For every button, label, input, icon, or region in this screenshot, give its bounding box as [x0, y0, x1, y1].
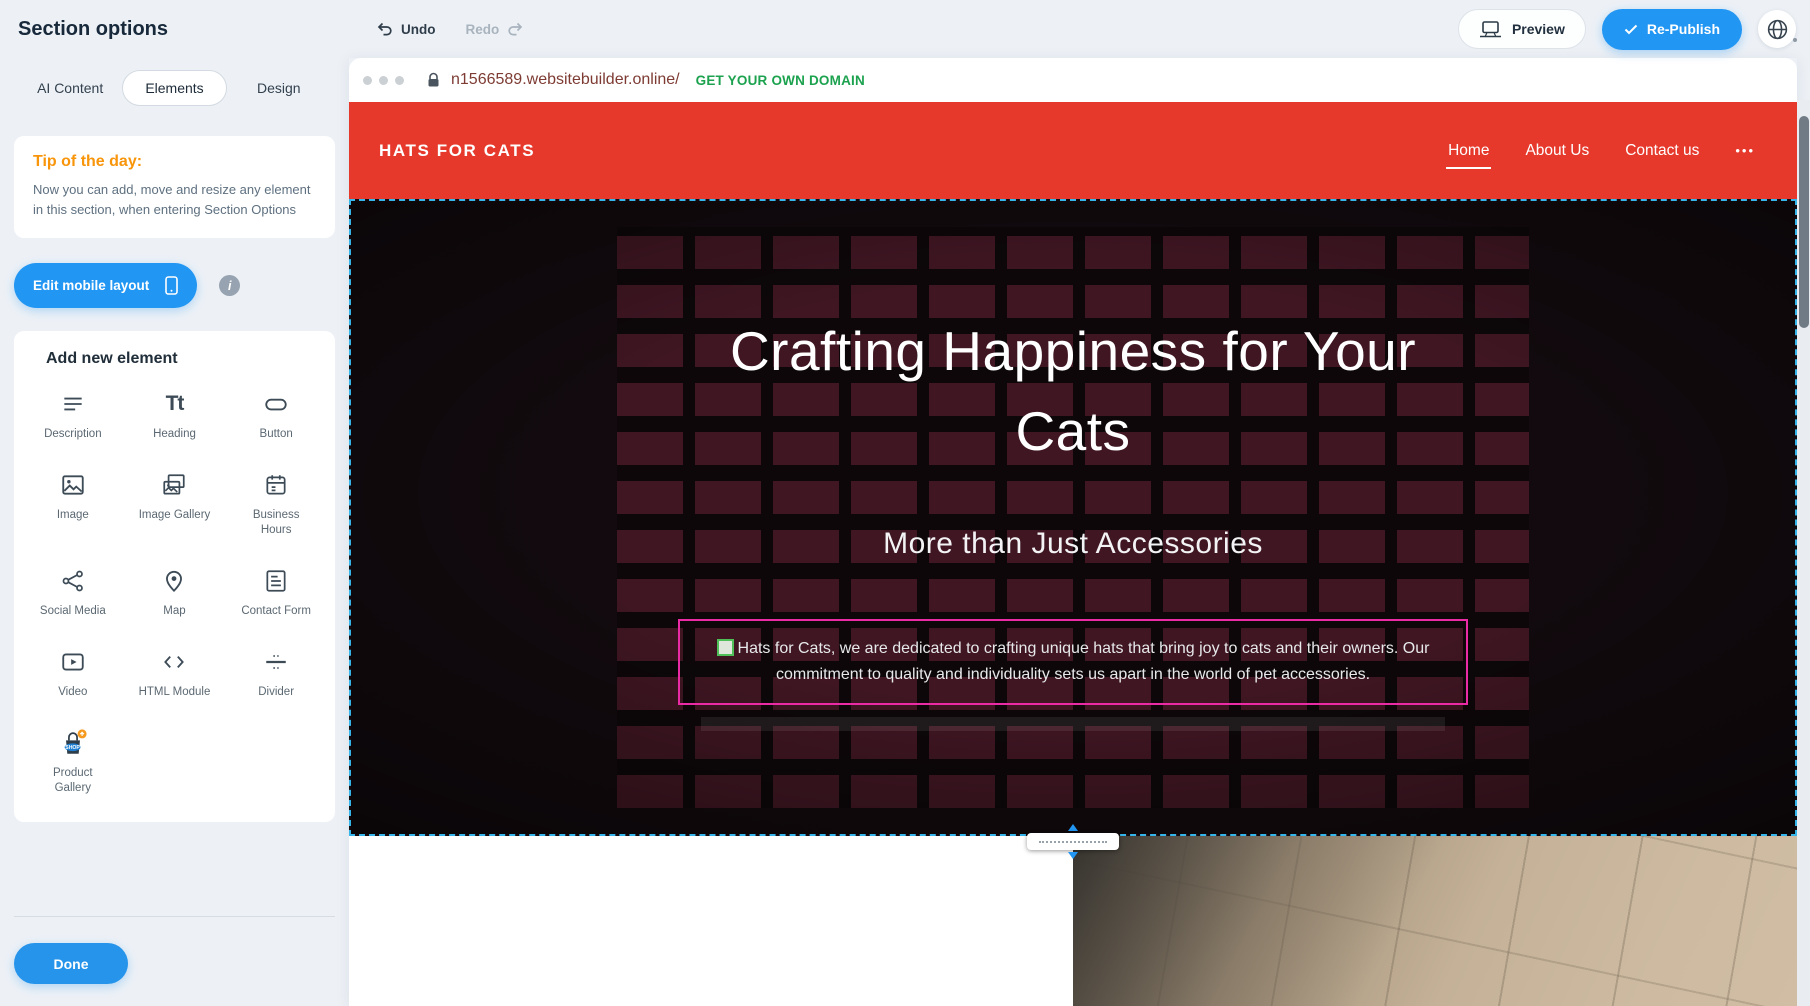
lock-icon [427, 72, 440, 88]
divider-icon [263, 646, 289, 678]
hero-section-selected[interactable]: Crafting Happiness for Your Cats More th… [349, 199, 1797, 836]
element-video[interactable]: Video [22, 646, 124, 700]
element-divider[interactable]: Divider [225, 646, 327, 700]
nav-item-home[interactable]: Home [1448, 142, 1489, 160]
tab-design[interactable]: Design [227, 70, 331, 106]
redo-icon [507, 22, 523, 36]
browser-bar: n1566589.websitebuilder.online/ GET YOUR… [349, 58, 1797, 102]
selected-text-element[interactable]: Hats for Cats, we are dedicated to craft… [678, 619, 1468, 705]
tab-ai-content[interactable]: AI Content [18, 70, 122, 106]
globe-icon [1766, 18, 1789, 41]
social-media-icon [60, 565, 86, 597]
tab-elements[interactable]: Elements [122, 70, 226, 106]
page-scrollbar-thumb[interactable] [1799, 116, 1809, 328]
next-section-photo[interactable] [1073, 836, 1797, 1006]
hero-paragraph[interactable]: Hats for Cats, we are dedicated to craft… [738, 640, 1430, 683]
phone-icon [165, 276, 178, 295]
topbar-actions: Preview Re-Publish [1458, 9, 1810, 50]
nav-item-about[interactable]: About Us [1525, 142, 1589, 160]
undo-redo-group: Undo Redo [377, 22, 523, 37]
edit-mobile-layout-button[interactable]: Edit mobile layout [14, 263, 197, 308]
heading-icon: Tt [166, 388, 184, 420]
element-image[interactable]: Image [22, 469, 124, 538]
undo-icon [377, 22, 393, 36]
topbar: Section options Undo Redo Preview [0, 0, 1810, 58]
website-builder-app: Section options Undo Redo Preview [0, 0, 1810, 1006]
add-element-title: Add new element [46, 350, 327, 368]
element-map[interactable]: Map [124, 565, 226, 619]
image-gallery-icon [161, 469, 187, 501]
republish-label: Re-Publish [1647, 21, 1720, 37]
done-button[interactable]: Done [14, 943, 128, 984]
video-icon [60, 646, 86, 678]
undo-button[interactable]: Undo [377, 22, 436, 37]
svg-text:SHOP: SHOP [65, 745, 80, 751]
page-title: Section options [0, 18, 349, 41]
element-heading[interactable]: Tt Heading [124, 388, 226, 442]
site-url[interactable]: n1566589.websitebuilder.online/ [451, 71, 680, 89]
element-product-gallery[interactable]: SHOP Product Gallery [22, 727, 124, 796]
element-resize-handle[interactable] [717, 639, 734, 656]
resize-arrow-up-icon [1068, 824, 1078, 831]
map-icon [161, 565, 187, 597]
edit-mobile-label: Edit mobile layout [33, 278, 149, 293]
hero-content: Crafting Happiness for Your Cats More th… [351, 201, 1795, 834]
globe-badge-dot [1793, 38, 1797, 42]
site-nav: Home About Us Contact us ••• [1448, 142, 1755, 160]
undo-label: Undo [401, 22, 436, 37]
tip-body: Now you can add, move and resize any ele… [33, 180, 316, 219]
resize-arrow-down-icon [1068, 852, 1078, 859]
business-hours-icon [263, 469, 289, 501]
laptop-icon [1479, 21, 1502, 38]
hero-subheading[interactable]: More than Just Accessories [351, 527, 1795, 561]
contact-form-icon [263, 565, 289, 597]
image-icon [60, 469, 86, 501]
element-description[interactable]: Description [22, 388, 124, 442]
add-element-panel: Add new element Description Tt Heading [14, 331, 335, 822]
preview-label: Preview [1512, 21, 1565, 37]
element-business-hours[interactable]: Business Hours [225, 469, 327, 538]
element-contact-form[interactable]: Contact Form [225, 565, 327, 619]
hero-heading[interactable]: Crafting Happiness for Your Cats [713, 311, 1433, 472]
tip-title: Tip of the day: [33, 153, 316, 171]
nav-more-icon[interactable]: ••• [1735, 143, 1755, 158]
element-image-gallery[interactable]: Image Gallery [124, 469, 226, 538]
sidebar-divider [14, 916, 335, 917]
edit-mobile-row: Edit mobile layout [14, 263, 335, 308]
language-globe-button[interactable] [1758, 10, 1796, 48]
window-dots [363, 76, 411, 85]
nav-item-contact[interactable]: Contact us [1625, 142, 1699, 160]
check-icon [1624, 24, 1638, 35]
product-gallery-icon: SHOP [58, 727, 88, 759]
resize-pill [1027, 833, 1119, 850]
site-header[interactable]: HATS FOR CATS Home About Us Contact us •… [349, 102, 1797, 199]
element-grid: Description Tt Heading Button [22, 388, 327, 796]
section-height-resize-handle[interactable] [1027, 824, 1119, 859]
html-module-icon [161, 646, 187, 678]
preview-button[interactable]: Preview [1458, 9, 1586, 49]
info-icon[interactable] [219, 275, 240, 296]
element-social-media[interactable]: Social Media [22, 565, 124, 619]
section-options-sidebar: AI Content Elements Design Tip of the da… [0, 58, 349, 1006]
redo-label: Redo [466, 22, 500, 37]
description-icon [60, 388, 86, 420]
redo-button[interactable]: Redo [466, 22, 524, 37]
site-logo[interactable]: HATS FOR CATS [379, 141, 535, 161]
next-section [349, 836, 1797, 1006]
page-scrollbar-track[interactable] [1797, 100, 1810, 1006]
element-ghost-bar [701, 717, 1445, 731]
republish-button[interactable]: Re-Publish [1602, 9, 1742, 50]
tip-of-the-day-card: Tip of the day: Now you can add, move an… [14, 136, 335, 238]
sidebar-tabs: AI Content Elements Design [18, 70, 331, 106]
sidebar-footer: Done [14, 916, 335, 1006]
get-domain-link[interactable]: GET YOUR OWN DOMAIN [696, 73, 865, 88]
element-html-module[interactable]: HTML Module [124, 646, 226, 700]
site-preview-canvas: n1566589.websitebuilder.online/ GET YOUR… [349, 58, 1797, 1006]
element-button[interactable]: Button [225, 388, 327, 442]
next-section-white-block[interactable] [349, 836, 1073, 1006]
button-icon [263, 388, 289, 420]
